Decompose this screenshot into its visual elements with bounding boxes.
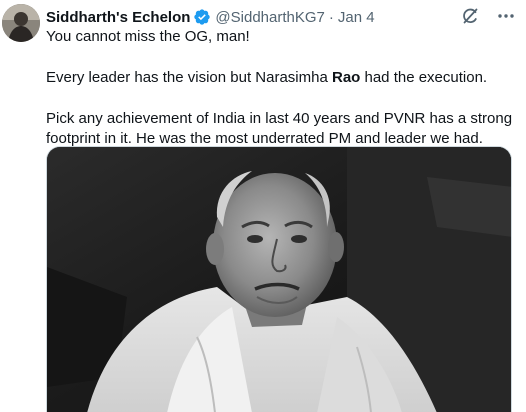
tweet-line-2-start: Every leader has the vision but Narasimh…	[46, 69, 332, 86]
tweet[interactable]: Siddharth's Echelon @SiddharthKG7 · Jan …	[0, 0, 526, 412]
tweet-line-2: Every leader has the vision but Narasimh…	[46, 68, 516, 88]
more-options-icon[interactable]	[496, 6, 516, 26]
tweet-text: You cannot miss the OG, man! Every leade…	[46, 27, 516, 149]
tweet-line-1: You cannot miss the OG, man!	[46, 28, 250, 45]
tweet-line-3: Pick any achievement of India in last 40…	[46, 110, 513, 147]
tweet-header: Siddharth's Echelon @SiddharthKG7 · Jan …	[46, 6, 516, 28]
tweet-highlight-word: Rao	[331, 69, 361, 86]
header-separator: ·	[328, 8, 334, 26]
author-handle[interactable]: @SiddharthKG7	[215, 9, 324, 26]
tweet-line-2-end: had the execution.	[360, 69, 488, 86]
grok-icon[interactable]	[460, 6, 480, 26]
author-name[interactable]: Siddharth's Echelon	[46, 9, 190, 26]
header-actions	[460, 6, 516, 26]
author-avatar[interactable]	[2, 4, 40, 42]
verified-badge-icon	[193, 8, 211, 26]
tweet-media-photo[interactable]	[46, 146, 512, 412]
tweet-date[interactable]: Jan 4	[338, 9, 375, 26]
